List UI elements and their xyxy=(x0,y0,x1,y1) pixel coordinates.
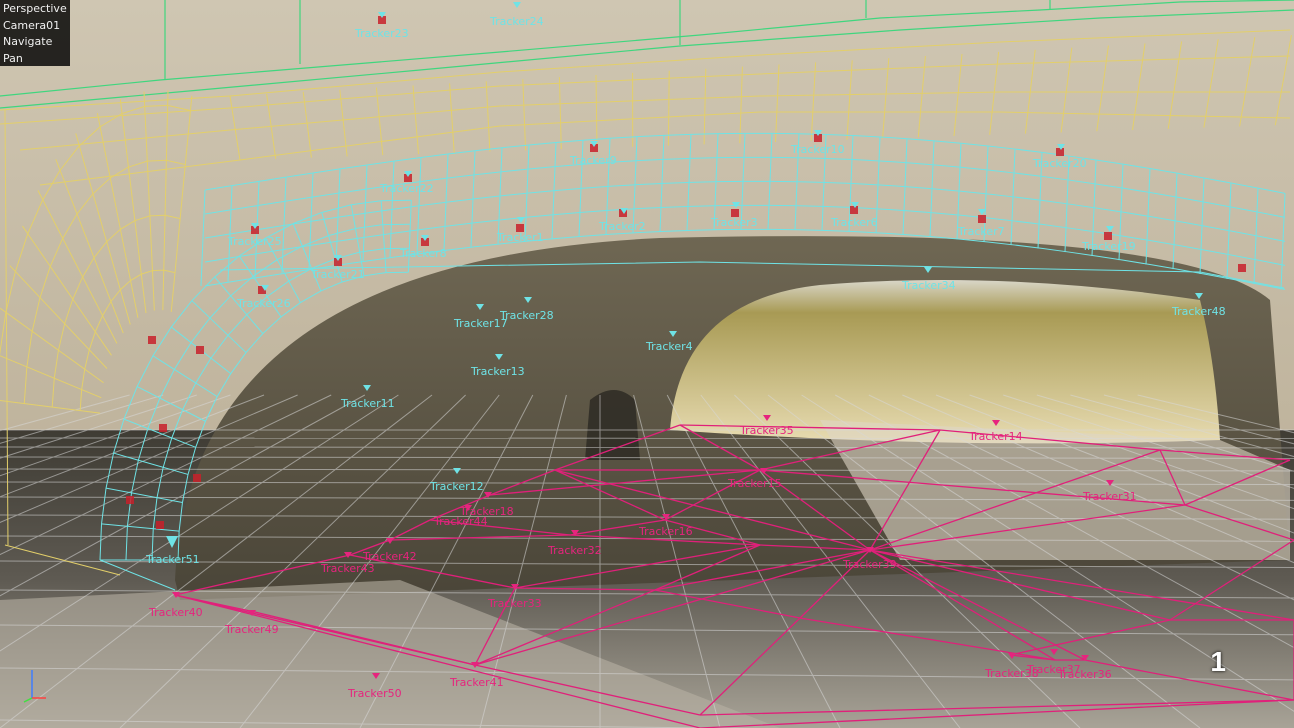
tracker-label[interactable]: Tracker7 xyxy=(957,225,1005,238)
tracker-label[interactable]: Tracker24 xyxy=(489,15,544,28)
red-marker xyxy=(193,474,201,482)
tracker-label[interactable]: Tracker9 xyxy=(569,154,617,167)
tracker-label[interactable]: Tracker23 xyxy=(354,27,409,40)
tracker-label[interactable]: Tracker15 xyxy=(727,477,782,490)
red-marker xyxy=(196,346,204,354)
tracker-label[interactable]: Tracker16 xyxy=(638,525,693,538)
scene-canvas[interactable]: Tracker23 Tracker24 Tracker9 Tracker10 Track… xyxy=(0,0,1294,728)
red-marker xyxy=(1104,232,1112,240)
tracker-label[interactable]: Tracker34 xyxy=(901,279,956,292)
tracker-label[interactable]: Tracker3 xyxy=(710,216,758,229)
3d-viewport[interactable]: Tracker23 Tracker24 Tracker9 Tracker10 Track… xyxy=(0,0,1294,728)
tracker-label[interactable]: Tracker12 xyxy=(429,480,484,493)
tracker-label[interactable]: Tracker25 xyxy=(227,235,282,248)
tracker-label[interactable]: Tracker26 xyxy=(236,297,291,310)
hud-view[interactable]: Perspective xyxy=(3,1,70,18)
tracker-label[interactable]: Tracker40 xyxy=(148,606,203,619)
tracker-label[interactable]: Tracker2 xyxy=(598,220,646,233)
tracker-label[interactable]: Tracker21 xyxy=(310,268,365,281)
tracker-label[interactable]: Tracker41 xyxy=(449,676,504,689)
red-marker xyxy=(850,206,858,214)
tracker-label[interactable]: Tracker49 xyxy=(224,623,279,636)
tracker-label[interactable]: Tracker35 xyxy=(739,424,794,437)
hud-mode[interactable]: Navigate xyxy=(3,34,70,51)
red-marker xyxy=(159,424,167,432)
tracker-label[interactable]: Tracker31 xyxy=(1082,490,1137,503)
tracker-label[interactable]: Tracker39 xyxy=(842,558,897,571)
tracker-label[interactable]: Tracker44 xyxy=(433,515,488,528)
red-marker xyxy=(1056,148,1064,156)
red-marker xyxy=(126,496,134,504)
tracker-label[interactable]: Tracker13 xyxy=(470,365,525,378)
tracker-label[interactable]: Tracker10 xyxy=(790,143,845,156)
tracker-label[interactable]: Tracker14 xyxy=(968,430,1023,443)
tracker-label[interactable]: Tracker33 xyxy=(487,597,542,610)
tracker-label[interactable]: Tracker43 xyxy=(320,562,375,575)
red-marker xyxy=(1238,264,1246,272)
frame-number: 1 xyxy=(1210,646,1226,677)
tracker-label[interactable]: Tracker20 xyxy=(1032,157,1087,170)
tracker-label[interactable]: Tracker28 xyxy=(499,309,554,322)
hud-tool[interactable]: Pan xyxy=(3,51,70,68)
axis-gizmo-icon xyxy=(23,670,46,703)
viewport-hud: Perspective Camera01 Navigate Pan xyxy=(0,0,70,66)
hud-camera[interactable]: Camera01 xyxy=(3,18,70,35)
red-marker xyxy=(148,336,156,344)
tracker-label[interactable]: Tracker6 xyxy=(830,216,878,229)
tracker-label[interactable]: Tracker36 xyxy=(1057,668,1112,681)
tracker-label[interactable]: Tracker19 xyxy=(1081,240,1136,253)
tracker-label[interactable]: Tracker50 xyxy=(347,687,402,700)
tracker-label[interactable]: Tracker8 xyxy=(399,247,447,260)
tracker-label[interactable]: Tracker1 xyxy=(496,231,544,244)
tracker-label[interactable]: Tracker22 xyxy=(379,182,434,195)
tracker-label[interactable]: Tracker32 xyxy=(547,544,602,557)
tracker-label[interactable]: Tracker51 xyxy=(145,553,200,566)
tracker-label[interactable]: Tracker48 xyxy=(1171,305,1226,318)
tracker-label[interactable]: Tracker4 xyxy=(645,340,693,353)
tracker-label[interactable]: Tracker11 xyxy=(340,397,395,410)
red-marker xyxy=(978,215,986,223)
red-marker xyxy=(156,521,164,529)
